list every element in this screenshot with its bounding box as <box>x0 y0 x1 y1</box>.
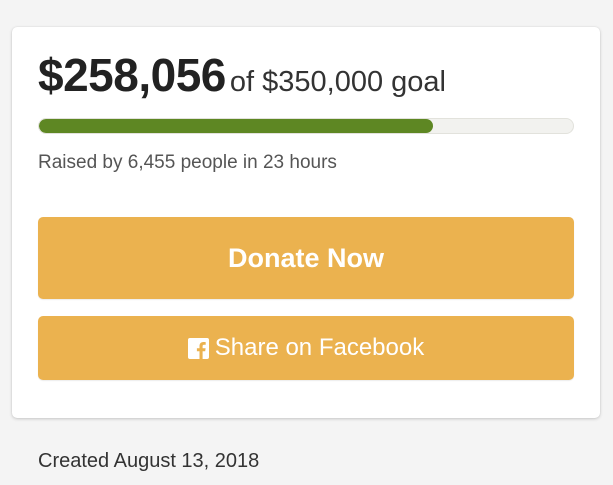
progress-bar-fill <box>39 119 433 133</box>
donate-now-button[interactable]: Donate Now <box>38 217 574 299</box>
created-date: Created August 13, 2018 <box>38 450 260 472</box>
donate-now-label: Donate Now <box>227 242 384 273</box>
donor-stats: Raised by 6,455 people in 23 hours <box>38 152 337 173</box>
donation-card: $258,056 of $350,000 goal Raised by 6,455… <box>12 27 600 418</box>
share-on-facebook-label: Share on Facebook <box>214 334 425 361</box>
amount-raised-line: $258,056 of $350,000 goal <box>38 47 446 115</box>
goal-amount: of $350,000 goal <box>229 66 446 98</box>
progress-bar <box>38 118 574 134</box>
facebook-icon <box>187 337 209 359</box>
share-on-facebook-button[interactable]: Share on Facebook <box>38 316 574 380</box>
amount-raised: $258,056 <box>38 49 226 101</box>
